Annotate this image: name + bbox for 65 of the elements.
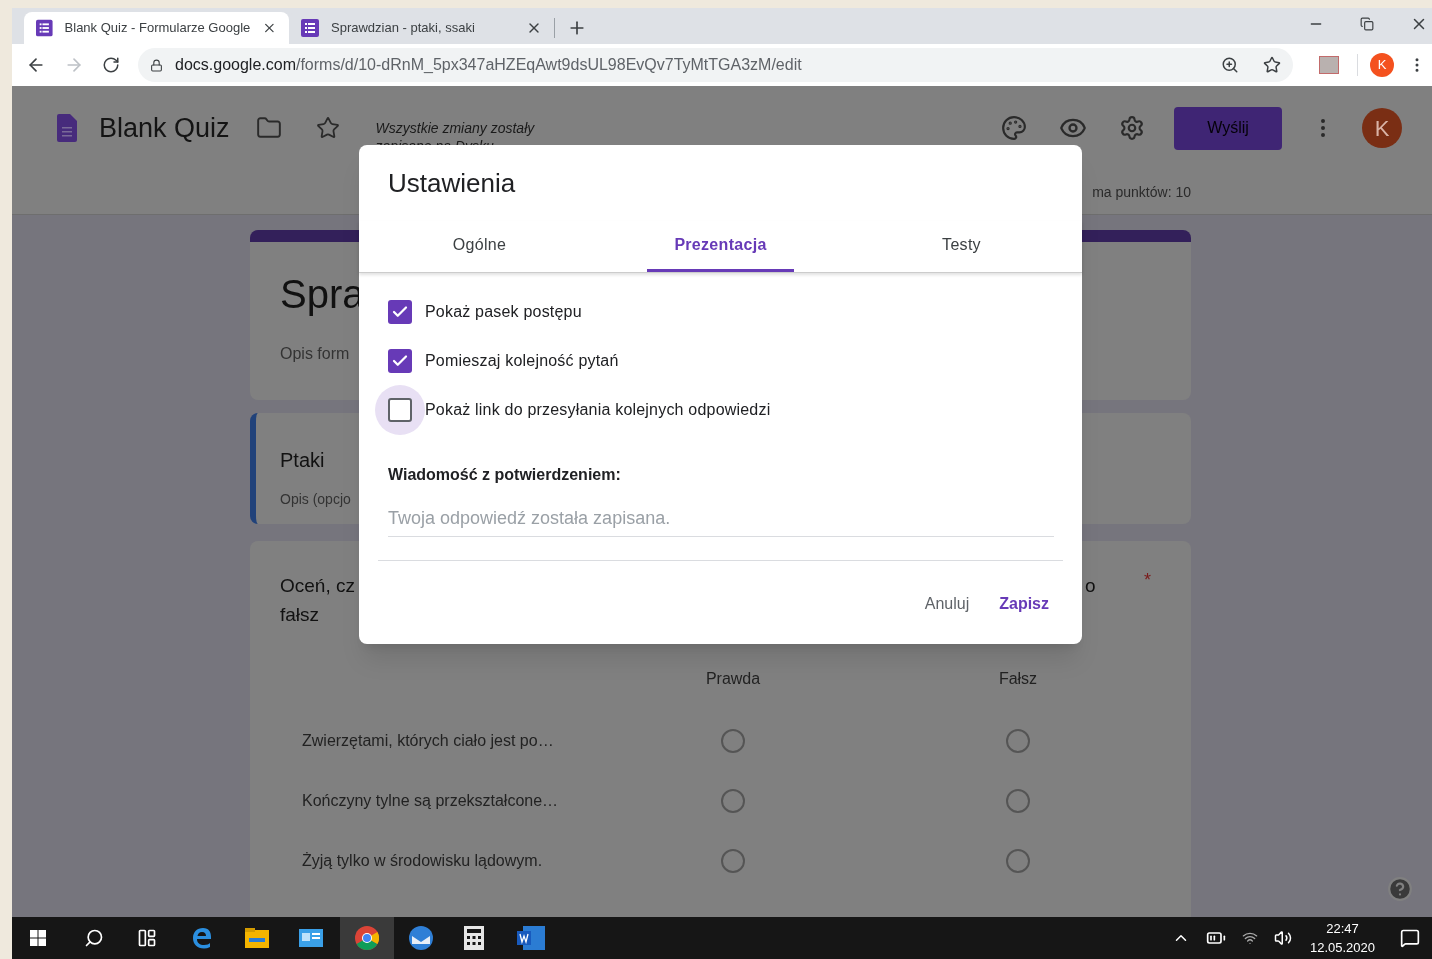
calculator-icon[interactable] — [464, 926, 484, 950]
url-text: docs.google.com/forms/d/10-dRnM_5px347aHZEqAwt9dsUL98EvQv7TyMtTGA3zM/edit — [175, 55, 803, 75]
question-title-line: fałsz — [280, 603, 321, 627]
zoom-icon[interactable] — [1221, 56, 1239, 74]
restore-icon[interactable] — [1360, 17, 1374, 31]
dialog-button[interactable]: Anuluj — [911, 586, 983, 622]
folder-icon[interactable] — [255, 115, 282, 141]
checkbox[interactable] — [388, 398, 412, 422]
checkbox[interactable] — [388, 349, 412, 373]
chrome-app-icon[interactable] — [340, 917, 394, 959]
volume-icon[interactable] — [1273, 929, 1292, 947]
notification-icon[interactable] — [1400, 928, 1420, 948]
confirmation-message-field[interactable]: Twoja odpowiedź została zapisana. — [388, 501, 1054, 537]
account-avatar[interactable]: K — [1362, 108, 1402, 148]
bookmark-star-icon[interactable] — [1263, 56, 1281, 74]
tab-title: Blank Quiz - Formularze Google — [64, 19, 251, 38]
star-icon[interactable] — [315, 116, 340, 140]
browser-e-icon[interactable] — [191, 927, 213, 949]
reload-icon[interactable] — [102, 56, 120, 74]
form-document-icon — [36, 19, 53, 37]
settings-icon[interactable] — [1119, 115, 1145, 141]
radio-button[interactable] — [721, 849, 745, 873]
form-document-icon — [301, 19, 319, 37]
option-label: Pokaż link do przesyłania kolejnych odpowiedzi — [425, 400, 771, 420]
clock-date[interactable]: 12.05.2020 — [1309, 938, 1375, 957]
windows-start-icon[interactable] — [30, 930, 46, 946]
total-points-text: ma punktów: 10 — [1092, 183, 1191, 202]
form-title[interactable]: Blank Quiz — [99, 107, 230, 149]
row-label: Zwierzętami, których ciało jest po… — [302, 731, 555, 751]
radio-button[interactable] — [721, 729, 745, 753]
required-asterisk: * — [1144, 569, 1151, 592]
radio-button[interactable] — [1006, 849, 1030, 873]
lock-icon — [150, 58, 163, 72]
dialog-tab[interactable]: Ogólne — [425, 221, 534, 272]
option-label: Pomieszaj kolejność pytań — [425, 351, 619, 371]
forms-logo-icon — [57, 114, 77, 142]
address-bar[interactable]: docs.google.com/forms/d/10-dRnM_5px347aHZEqAwt9dsUL98EvQv7TyMtTGA3zM/edit — [138, 48, 1293, 82]
radio-button[interactable] — [1006, 729, 1030, 753]
radio-button[interactable] — [1006, 789, 1030, 813]
clock-time[interactable]: 22:47 — [1326, 919, 1359, 938]
question-title-line: Oceń, cz — [280, 574, 355, 598]
dialog-title: Ustawienia — [387, 167, 517, 199]
column-header: Prawda — [705, 669, 761, 689]
column-header: Fałsz — [998, 669, 1038, 689]
checkbox[interactable] — [388, 300, 412, 324]
radio-button[interactable] — [721, 789, 745, 813]
mail-app-icon[interactable] — [408, 926, 434, 950]
dialog-tab[interactable]: Prezentacja — [647, 221, 794, 272]
search-icon[interactable] — [84, 928, 104, 948]
dialog-button[interactable]: Zapisz — [986, 586, 1062, 622]
question-title-fragment: o — [1085, 574, 1096, 598]
tab-title: Sprawdzian - ptaki, ssaki — [331, 19, 476, 38]
task-view-icon[interactable] — [137, 928, 157, 948]
wifi-icon[interactable] — [1241, 930, 1258, 946]
browser-tab[interactable]: Blank Quiz - Formularze Google — [24, 12, 289, 44]
palette-icon[interactable] — [1001, 115, 1027, 141]
row-label: Żyją tylko w środowisku lądowym. — [302, 851, 544, 871]
folder-app-icon[interactable] — [245, 928, 269, 948]
app-window-icon[interactable] — [299, 929, 323, 947]
row-label: Kończyny tylne są przekształcone… — [302, 791, 560, 811]
word-app-icon[interactable] — [517, 926, 545, 950]
help-icon[interactable] — [1387, 876, 1413, 902]
dialog-tab[interactable]: Testy — [915, 221, 1008, 272]
option-label: Pokaż pasek postępu — [425, 302, 582, 322]
confirmation-label: Wiadomość z potwierdzeniem: — [387, 465, 622, 485]
